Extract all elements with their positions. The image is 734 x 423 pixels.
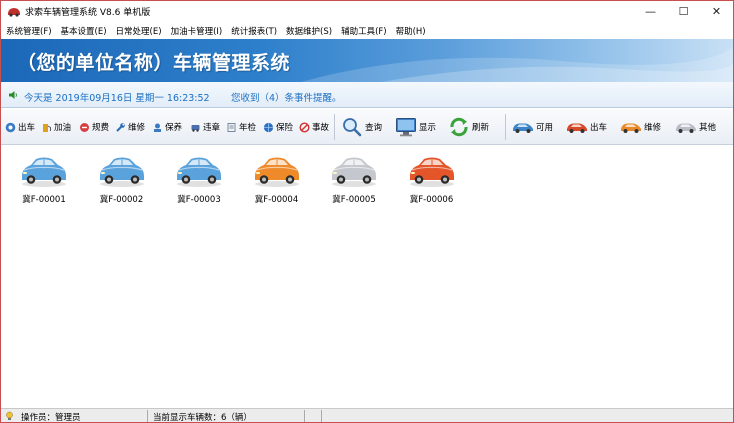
main-window: 求索车辆管理系统 V8.6 单机版 — ☐ ✕ 系统管理(F) 基本设置(E) … <box>0 0 734 423</box>
inspection-icon <box>227 122 236 132</box>
toolbar-insurance-button[interactable]: 保险 <box>263 109 293 145</box>
refresh-icon <box>450 117 468 137</box>
search-icon <box>343 118 362 137</box>
event-reminder-link[interactable]: 您收到（4）条事件提醒。 <box>231 90 342 104</box>
vehicle-plate-label: 冀F-00002 <box>99 195 144 205</box>
toolbar-label: 规费 <box>92 123 110 133</box>
toolbar-car-out-button[interactable]: 出车 <box>5 109 35 145</box>
toolbar-label: 出车 <box>590 123 608 133</box>
app-logo-icon <box>8 8 20 17</box>
vehicle-plate-label: 冀F-00006 <box>409 195 454 205</box>
toolbar-label: 事故 <box>312 123 330 133</box>
minimize-button[interactable]: — <box>634 1 667 22</box>
vehicle-card[interactable]: 冀F-00006 <box>397 152 467 208</box>
toolbar-violation-button[interactable]: 违章 <box>190 109 220 145</box>
vehicle-plate-label: 冀F-00001 <box>22 195 66 205</box>
violation-icon <box>191 124 200 132</box>
status-bar: 操作员：管理员 当前显示车辆数：6（辆） <box>1 408 733 423</box>
car-silver-icon <box>676 123 696 133</box>
menu-fuel-card[interactable]: 加油卡管理(I) <box>171 25 223 37</box>
monitor-icon <box>396 118 416 137</box>
car-icon <box>332 157 376 187</box>
car-icon <box>22 157 66 187</box>
lightbulb-icon <box>6 411 13 420</box>
filter-out-button[interactable]: 出车 <box>566 109 607 145</box>
car-red-icon <box>567 123 587 133</box>
toolbar-maintenance-button[interactable]: 保养 <box>152 109 182 145</box>
window-title: 求索车辆管理系统 V8.6 单机版 <box>25 8 151 18</box>
accident-icon <box>299 121 310 133</box>
speaker-icon[interactable] <box>8 90 18 100</box>
toolbar-fuel-button[interactable]: 加油 <box>41 109 71 145</box>
toolbar-label: 可用 <box>536 123 554 133</box>
current-date-time: 今天是 2019年09月16日 星期一 16:23:52 <box>24 93 210 104</box>
title-bar: 求索车辆管理系统 V8.6 单机版 — ☐ ✕ <box>1 1 733 22</box>
toolbar-fee-button[interactable]: 规费 <box>79 109 109 145</box>
toolbar-label: 刷新 <box>472 123 490 133</box>
toolbar-refresh-button[interactable]: 刷新 <box>448 109 489 145</box>
toolbar-label: 出车 <box>18 123 36 133</box>
toolbar-label: 加油 <box>54 123 72 133</box>
status-divider <box>304 410 305 422</box>
menu-data-maintenance[interactable]: 数据维护(S) <box>286 25 332 37</box>
close-button[interactable]: ✕ <box>700 1 733 22</box>
toolbar-accident-button[interactable]: 事故 <box>299 109 329 145</box>
notice-bar: 今天是 2019年09月16日 星期一 16:23:52 您收到（4）条事件提醒… <box>1 82 733 108</box>
toolbar-search-button[interactable]: 查询 <box>341 109 382 145</box>
vehicle-card[interactable]: 冀F-00005 <box>319 152 389 208</box>
toolbar-separator <box>334 114 335 140</box>
menu-daily[interactable]: 日常处理(E) <box>116 25 162 37</box>
toolbar-label: 保险 <box>276 123 294 133</box>
toolbar-label: 保养 <box>165 123 183 133</box>
maximize-button[interactable]: ☐ <box>667 1 700 22</box>
insurance-icon <box>263 122 274 132</box>
fuel-icon <box>43 123 51 132</box>
maintenance-icon <box>154 123 161 132</box>
menu-system[interactable]: 系统管理(F) <box>6 25 52 37</box>
toolbar-separator <box>505 114 506 140</box>
vehicle-grid: 冀F-00001 冀F-00002 冀F-00003 冀F-00004 冀F-00005… <box>1 146 733 408</box>
menu-tools[interactable]: 辅助工具(F) <box>341 25 387 37</box>
menu-reports[interactable]: 统计报表(T) <box>231 25 277 37</box>
car-blue-icon <box>513 123 533 133</box>
header-banner: （您的单位名称）车辆管理系统 <box>1 39 733 82</box>
toolbar-display-button[interactable]: 显示 <box>395 109 436 145</box>
toolbar: 出车 加油 规费 维修 保养 违章 年检 保险 事故 查询 显示 刷新 可用 出… <box>1 109 733 145</box>
toolbar-repair-button[interactable]: 维修 <box>115 109 145 145</box>
car-icon <box>409 157 454 187</box>
toolbar-label: 维修 <box>128 123 146 133</box>
vehicle-plate-label: 冀F-00003 <box>177 195 221 205</box>
vehicle-plate-label: 冀F-00004 <box>254 195 299 205</box>
vehicle-count-label: 当前显示车辆数：6（辆） <box>153 413 252 423</box>
toolbar-label: 其他 <box>699 123 717 133</box>
vehicle-card[interactable]: 冀F-00001 <box>9 152 79 208</box>
operator-label: 操作员：管理员 <box>21 413 81 423</box>
toolbar-label: 显示 <box>419 123 437 133</box>
car-orange-icon <box>621 123 641 133</box>
car-icon <box>99 157 144 187</box>
toolbar-label: 维修 <box>644 123 662 133</box>
vehicle-card[interactable]: 冀F-00003 <box>164 152 234 208</box>
car-icon <box>177 157 221 187</box>
car-out-icon <box>5 122 16 132</box>
vehicle-card[interactable]: 冀F-00004 <box>242 152 312 208</box>
filter-available-button[interactable]: 可用 <box>512 109 553 145</box>
fee-icon <box>80 122 89 132</box>
vehicle-card[interactable]: 冀F-00002 <box>87 152 157 208</box>
toolbar-label: 年检 <box>239 123 257 133</box>
wrench-icon <box>116 122 125 132</box>
menu-bar: 系统管理(F) 基本设置(E) 日常处理(E) 加油卡管理(I) 统计报表(T)… <box>1 22 733 39</box>
car-icon <box>254 157 299 187</box>
filter-repair-button[interactable]: 维修 <box>620 109 661 145</box>
status-divider <box>321 410 322 422</box>
filter-other-button[interactable]: 其他 <box>675 109 716 145</box>
menu-basic-settings[interactable]: 基本设置(E) <box>61 25 107 37</box>
vehicle-plate-label: 冀F-00005 <box>332 195 376 205</box>
toolbar-label: 违章 <box>203 123 221 133</box>
toolbar-label: 查询 <box>365 123 383 133</box>
toolbar-inspection-button[interactable]: 年检 <box>226 109 256 145</box>
menu-help[interactable]: 帮助(H) <box>396 25 426 37</box>
banner-title: （您的单位名称）车辆管理系统 <box>17 52 291 74</box>
status-divider <box>147 410 148 422</box>
